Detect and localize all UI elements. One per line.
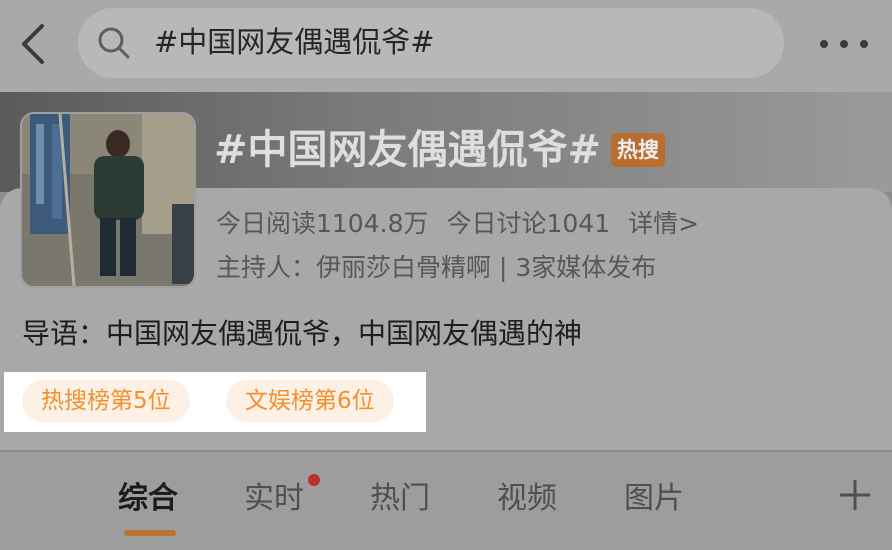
tab-video[interactable]: 视频	[497, 478, 557, 520]
discussions-count: 今日讨论1041	[446, 209, 611, 238]
chevron-left-icon	[22, 24, 44, 64]
topic-photo	[22, 114, 194, 286]
hot-badge: 热搜	[611, 133, 666, 167]
search-query: #中国网友偶遇侃爷#	[154, 25, 435, 59]
topic-thumbnail[interactable]	[20, 112, 196, 288]
tab-images[interactable]: 图片	[624, 478, 684, 520]
back-button[interactable]	[14, 22, 54, 66]
tag-hot-search-rank[interactable]: 热搜榜第5位	[22, 380, 190, 422]
more-horizontal-icon	[820, 40, 868, 48]
tab-comprehensive[interactable]: 综合	[118, 478, 178, 520]
reads-count: 今日阅读1104.8万	[216, 209, 429, 238]
topic-title-row: #中国网友偶遇侃爷# 热搜	[214, 122, 666, 178]
tab-realtime[interactable]: 实时	[244, 478, 304, 520]
tab-bar: 综合 实时 热门 视频 图片	[0, 452, 892, 550]
more-button[interactable]	[816, 30, 872, 58]
topic-stats: 今日阅读1104.8万 今日讨论1041 详情>	[216, 206, 717, 242]
add-tab-button[interactable]	[836, 476, 874, 514]
plus-icon	[840, 480, 870, 510]
topic-title: #中国网友偶遇侃爷#	[214, 127, 602, 173]
ranking-tags: 热搜榜第5位 文娱榜第6位	[4, 372, 426, 432]
tab-hot[interactable]: 热门	[370, 478, 430, 520]
new-content-dot	[308, 474, 320, 486]
topic-host[interactable]: 主持人：伊丽莎白骨精啊 | 3家媒体发布	[216, 250, 656, 286]
tag-entertainment-rank[interactable]: 文娱榜第6位	[226, 380, 394, 422]
search-input[interactable]: #中国网友偶遇侃爷#	[78, 8, 784, 78]
search-icon	[98, 27, 130, 59]
details-link[interactable]: 详情>	[628, 209, 699, 238]
active-tab-indicator	[124, 530, 176, 536]
topic-intro: 导语：中国网友偶遇侃爷，中国网友偶遇的神	[22, 317, 583, 350]
top-bar: #中国网友偶遇侃爷#	[0, 0, 892, 92]
